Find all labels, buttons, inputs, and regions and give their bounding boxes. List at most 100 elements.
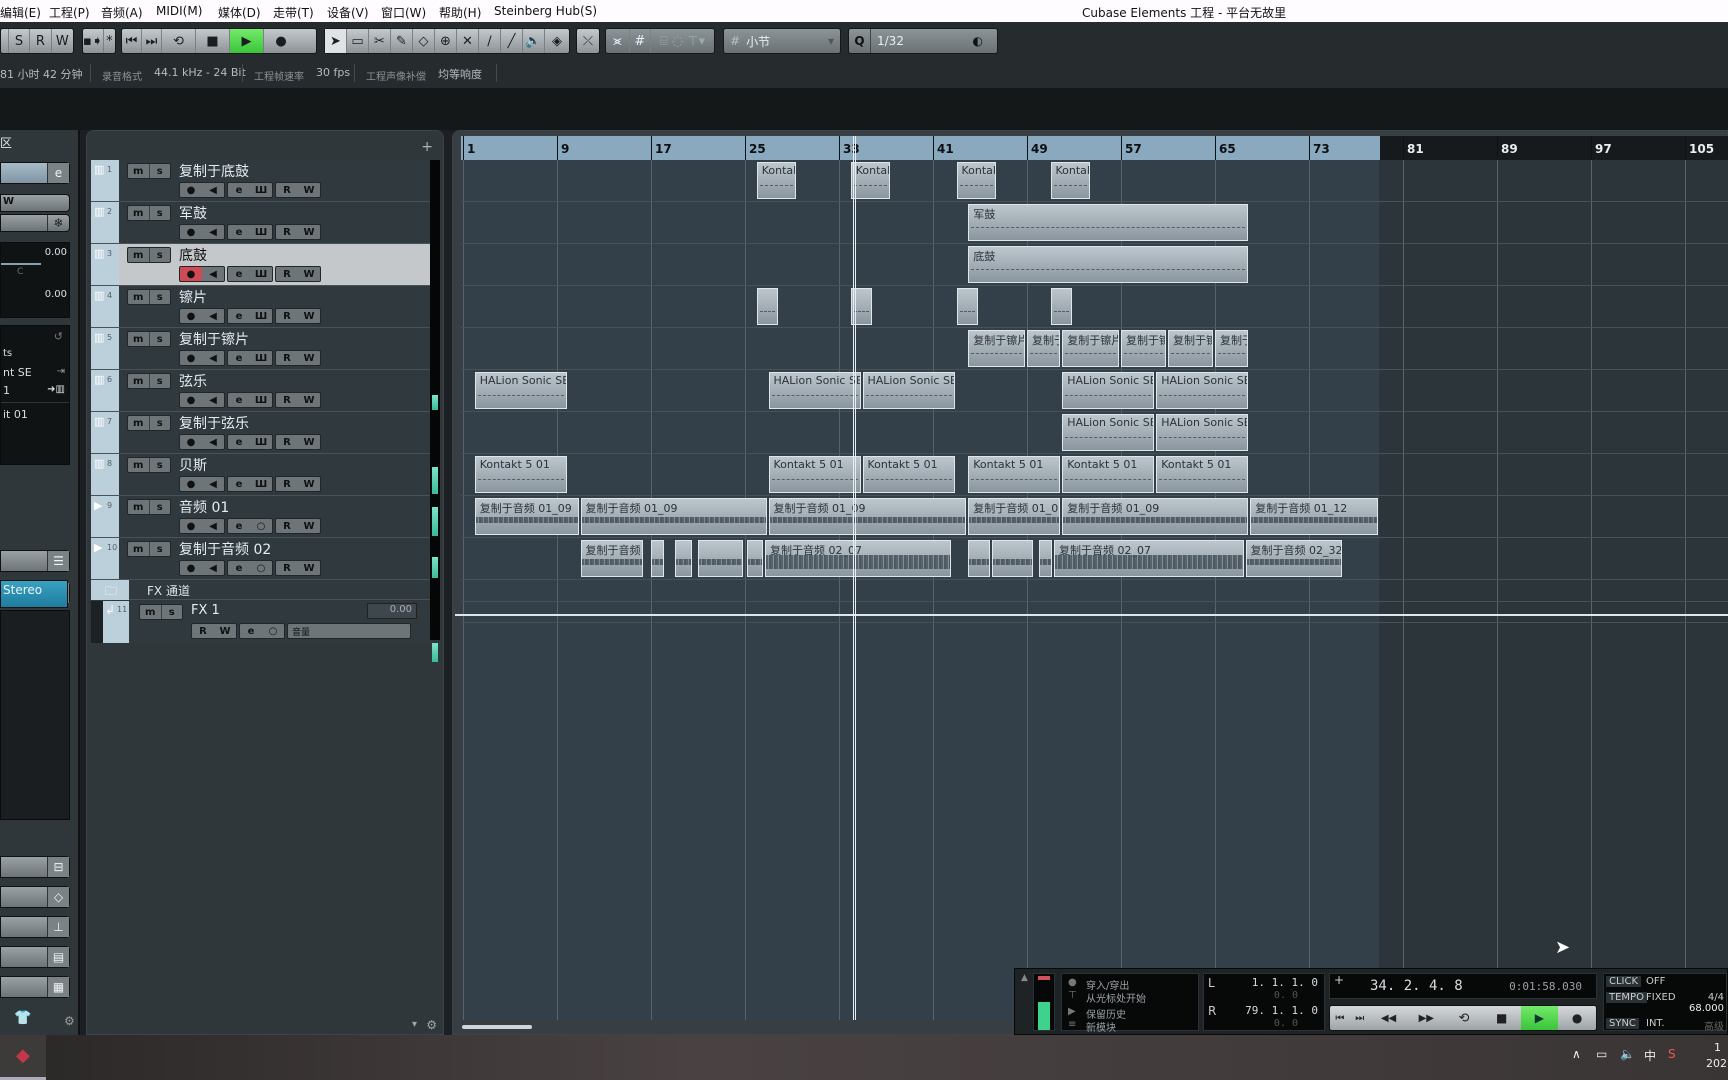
track-row[interactable]: ▥ 7 m s 复制于弦乐 ● ◀ e Ш R W [91, 412, 431, 454]
draw-icon[interactable]: ∕ [479, 29, 501, 53]
audio-event[interactable]: 复制于音频 01_09 [768, 498, 967, 535]
track-list-menu-icon[interactable]: ▾ [412, 1019, 417, 1030]
solo-button[interactable]: s [150, 542, 171, 556]
fx-track-row[interactable]: ↲ 11 m s FX 1 0.00 R We ○ 音量 [91, 601, 431, 643]
record-enable-icon[interactable]: ● [180, 519, 202, 533]
midi-part[interactable]: HALion Sonic SE 0 [862, 372, 955, 409]
menu-audio[interactable]: 音频(A) [101, 4, 143, 21]
monitor-icon[interactable]: ◀ [202, 267, 224, 281]
write-automation-button[interactable]: W [298, 309, 320, 323]
mute-button[interactable]: m [140, 605, 162, 619]
prev-marker-icon[interactable]: ⏮ [122, 29, 142, 53]
mute-button[interactable]: m [128, 332, 150, 346]
edit-instrument-icon[interactable]: Ш [250, 183, 272, 197]
solo-button[interactable]: S [9, 29, 31, 53]
track-row[interactable]: ▥ 5 m s 复制于镲片 ● ◀ e Ш R W [91, 328, 431, 370]
volume-value[interactable]: 0.00 [45, 247, 67, 258]
lanes-icon[interactable]: ○ [250, 519, 272, 533]
add-track-icon[interactable]: + [421, 139, 433, 155]
midi-part[interactable]: HALion Sonic SE 0 [1156, 372, 1249, 409]
position-time[interactable]: 0:01:58.030 [1509, 980, 1582, 993]
mute-button[interactable]: m [128, 500, 150, 514]
midi-part[interactable]: HALion Sonic SE 0 [1156, 414, 1249, 451]
project-cursor[interactable] [853, 136, 856, 1020]
midi-part[interactable]: 复制于镲 [1121, 330, 1166, 367]
audio-event[interactable] [674, 540, 693, 577]
audio-event[interactable]: 复制于音频 01_09 [580, 498, 767, 535]
mute-button[interactable]: m [128, 416, 150, 430]
monitor-icon[interactable]: ◀ [202, 309, 224, 323]
edit-channel-icon[interactable]: e [240, 624, 262, 638]
write-automation-button[interactable]: W [298, 183, 320, 197]
tray-expand-icon[interactable]: ∧ [1572, 1047, 1581, 1061]
edit-channel-icon[interactable]: e [228, 309, 250, 323]
freeze-button[interactable]: ❄ [0, 214, 70, 232]
track-name[interactable]: 镲片 [179, 287, 207, 307]
read-automation-button[interactable]: R [276, 225, 298, 239]
menu-steinberg-hub[interactable]: Steinberg Hub(S) [494, 4, 597, 18]
zoom-icon[interactable]: ⊕ [435, 29, 457, 53]
read-automation-button[interactable]: R [276, 435, 298, 449]
audio-event[interactable]: 复制于音频 01_09 [1062, 498, 1249, 535]
inspector-settings-icon[interactable]: ⚙ [64, 1014, 75, 1028]
automation-param[interactable]: 音量 [287, 623, 411, 639]
track-row[interactable]: ▥ 1 m s 复制于底鼓 ● ◀ e Ш R W [91, 160, 431, 202]
left-locator-label[interactable]: L [1208, 976, 1215, 990]
next-marker-icon[interactable]: ⏭ [142, 29, 162, 53]
volume-icon[interactable]: 🔈 [1620, 1047, 1635, 1061]
record-enable-icon[interactable]: ● [180, 309, 202, 323]
play-icon[interactable]: ▶ [230, 29, 264, 53]
midi-part[interactable]: Kontakt 5 01 [1062, 456, 1155, 493]
write-automation-button[interactable]: W [0, 194, 70, 212]
solo-button[interactable]: s [150, 416, 171, 430]
midi-part[interactable]: 复制于 [1027, 330, 1061, 367]
midi-part[interactable]: Kontal [956, 162, 996, 199]
audio-event[interactable] [747, 540, 763, 577]
track-name[interactable]: 贝斯 [179, 455, 207, 475]
record-enable-icon[interactable]: ● [180, 225, 202, 239]
pan-value[interactable]: 0.00 [45, 289, 67, 300]
menu-devices[interactable]: 设备(V) [327, 4, 369, 21]
track-name[interactable]: 底鼓 [179, 245, 207, 265]
solo-button[interactable]: s [150, 248, 171, 262]
monitor-icon[interactable]: ◀ [202, 351, 224, 365]
monitor-icon[interactable]: ◀ [202, 225, 224, 239]
audio-event[interactable]: 复制于音频 02_07 [1054, 540, 1244, 577]
edit-instrument-icon[interactable]: Ш [250, 309, 272, 323]
right-locator-label[interactable]: R [1208, 1004, 1216, 1018]
monitor-icon[interactable]: ◀ [202, 519, 224, 533]
read-automation-button[interactable]: R [276, 183, 298, 197]
midi-channel[interactable]: 1 [3, 384, 10, 397]
section-button-1[interactable]: ⊟ [0, 856, 70, 878]
horizontal-scrollbar[interactable] [462, 1025, 532, 1029]
edit-channel-icon[interactable]: e [228, 477, 250, 491]
record-enable-icon[interactable]: ● [180, 351, 202, 365]
date[interactable]: 202 [1706, 1057, 1727, 1070]
audio-event[interactable] [991, 540, 1034, 577]
mute-button[interactable]: m [128, 206, 150, 220]
track-name[interactable]: 复制于音频 02 [179, 539, 271, 559]
quantize-q-button[interactable]: Q [849, 29, 871, 53]
edit-channel-icon[interactable]: e [228, 225, 250, 239]
read-automation-button[interactable]: R [192, 624, 214, 638]
keyboard-icon[interactable]: ➜▥ [47, 384, 65, 395]
m-button[interactable] [1, 29, 9, 53]
write-automation-button[interactable]: W [298, 435, 320, 449]
midi-part[interactable]: Kontal [1050, 162, 1090, 199]
program-name[interactable]: it 01 [3, 408, 28, 421]
read-button[interactable]: R [30, 29, 52, 53]
solo-button[interactable]: s [150, 374, 171, 388]
edit-instrument-icon[interactable]: Ш [250, 225, 272, 239]
inserts-section-button[interactable]: ☰ [0, 550, 70, 572]
fast-forward-icon[interactable]: ▶▶ [1407, 1006, 1445, 1030]
edit-instrument-icon[interactable]: Ш [250, 393, 272, 407]
start-at-cursor[interactable]: 从光标处开始 [1086, 990, 1146, 1005]
monitor-icon[interactable]: ◀ [202, 561, 224, 575]
track-row[interactable]: ▥ 2 m s 军鼓 ● ◀ e Ш R W [91, 202, 431, 244]
edit-instrument-icon[interactable]: Ш [250, 267, 272, 281]
audio-event[interactable]: 复制于音频 01_12 [1250, 498, 1378, 535]
object-select-icon[interactable]: ➤ [325, 29, 347, 53]
volume-slider[interactable] [1, 263, 41, 265]
read-automation-button[interactable]: R [276, 519, 298, 533]
glue-icon[interactable]: ✎ [391, 29, 413, 53]
